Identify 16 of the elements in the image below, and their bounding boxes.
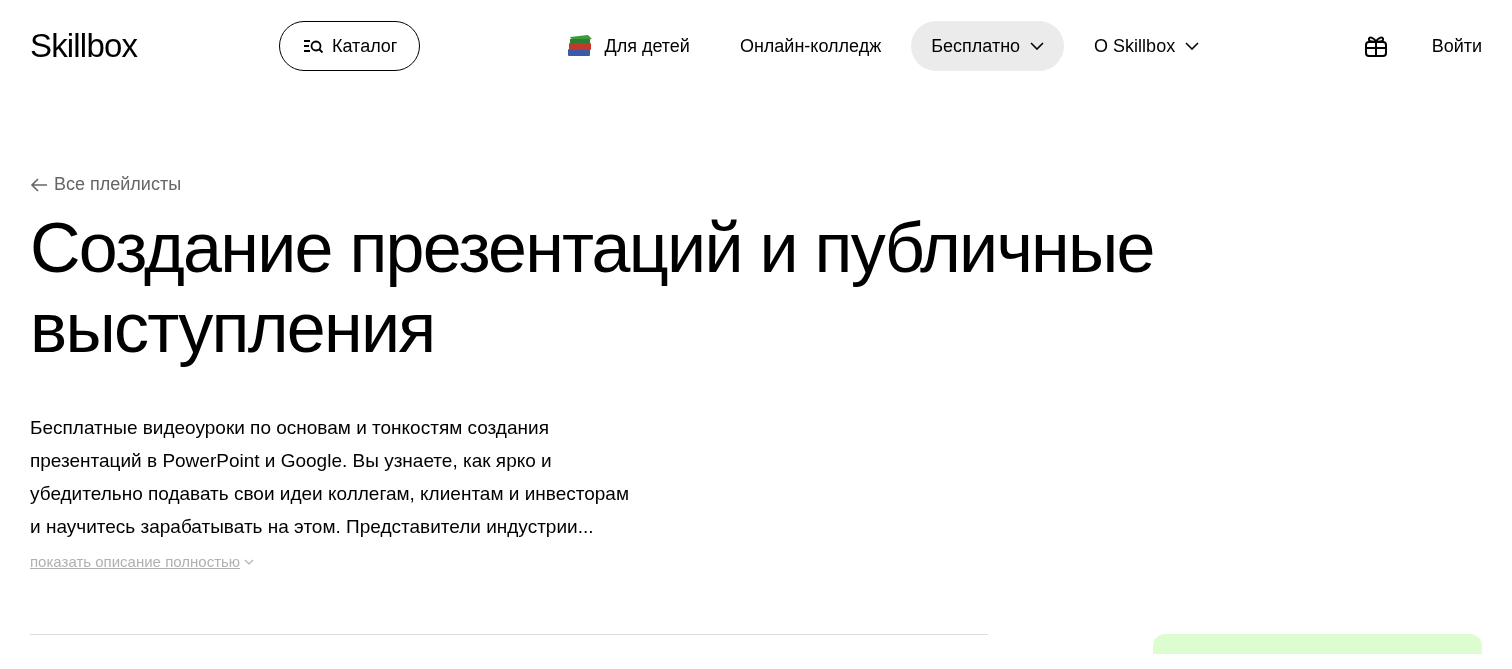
nav-item[interactable]: Бесплатно	[911, 21, 1065, 71]
books-icon	[566, 33, 595, 59]
logo[interactable]: Skillbox	[30, 21, 279, 71]
page-title: Создание презентаций и публичные выступления	[30, 208, 1155, 368]
back-link[interactable]: Все плейлисты	[30, 171, 182, 198]
chevron-down-icon	[1030, 42, 1045, 50]
nav-item[interactable]: Онлайн-колледж	[719, 21, 902, 71]
nav-item[interactable]: Для детей	[546, 21, 710, 71]
login-link[interactable]: Войти	[1431, 32, 1482, 60]
catalog-search-icon	[302, 37, 324, 55]
chevron-down-icon	[244, 559, 255, 566]
catalog-button[interactable]: Каталог	[279, 21, 421, 71]
nav-item[interactable]: O Skillbox	[1074, 21, 1220, 71]
chevron-down-icon	[1185, 42, 1200, 50]
description: Бесплатные видеоуроки по основам и тонкостям создания презентаций в PowerPoint и Google. Вы узнаете, как ярко и убедительно подавать свои идеи коллегам, клиентам и инвесторам и научитесь зарабатывать на этом. Представители индустрии...	[30, 416, 630, 539]
arrow-left-icon	[30, 177, 48, 192]
